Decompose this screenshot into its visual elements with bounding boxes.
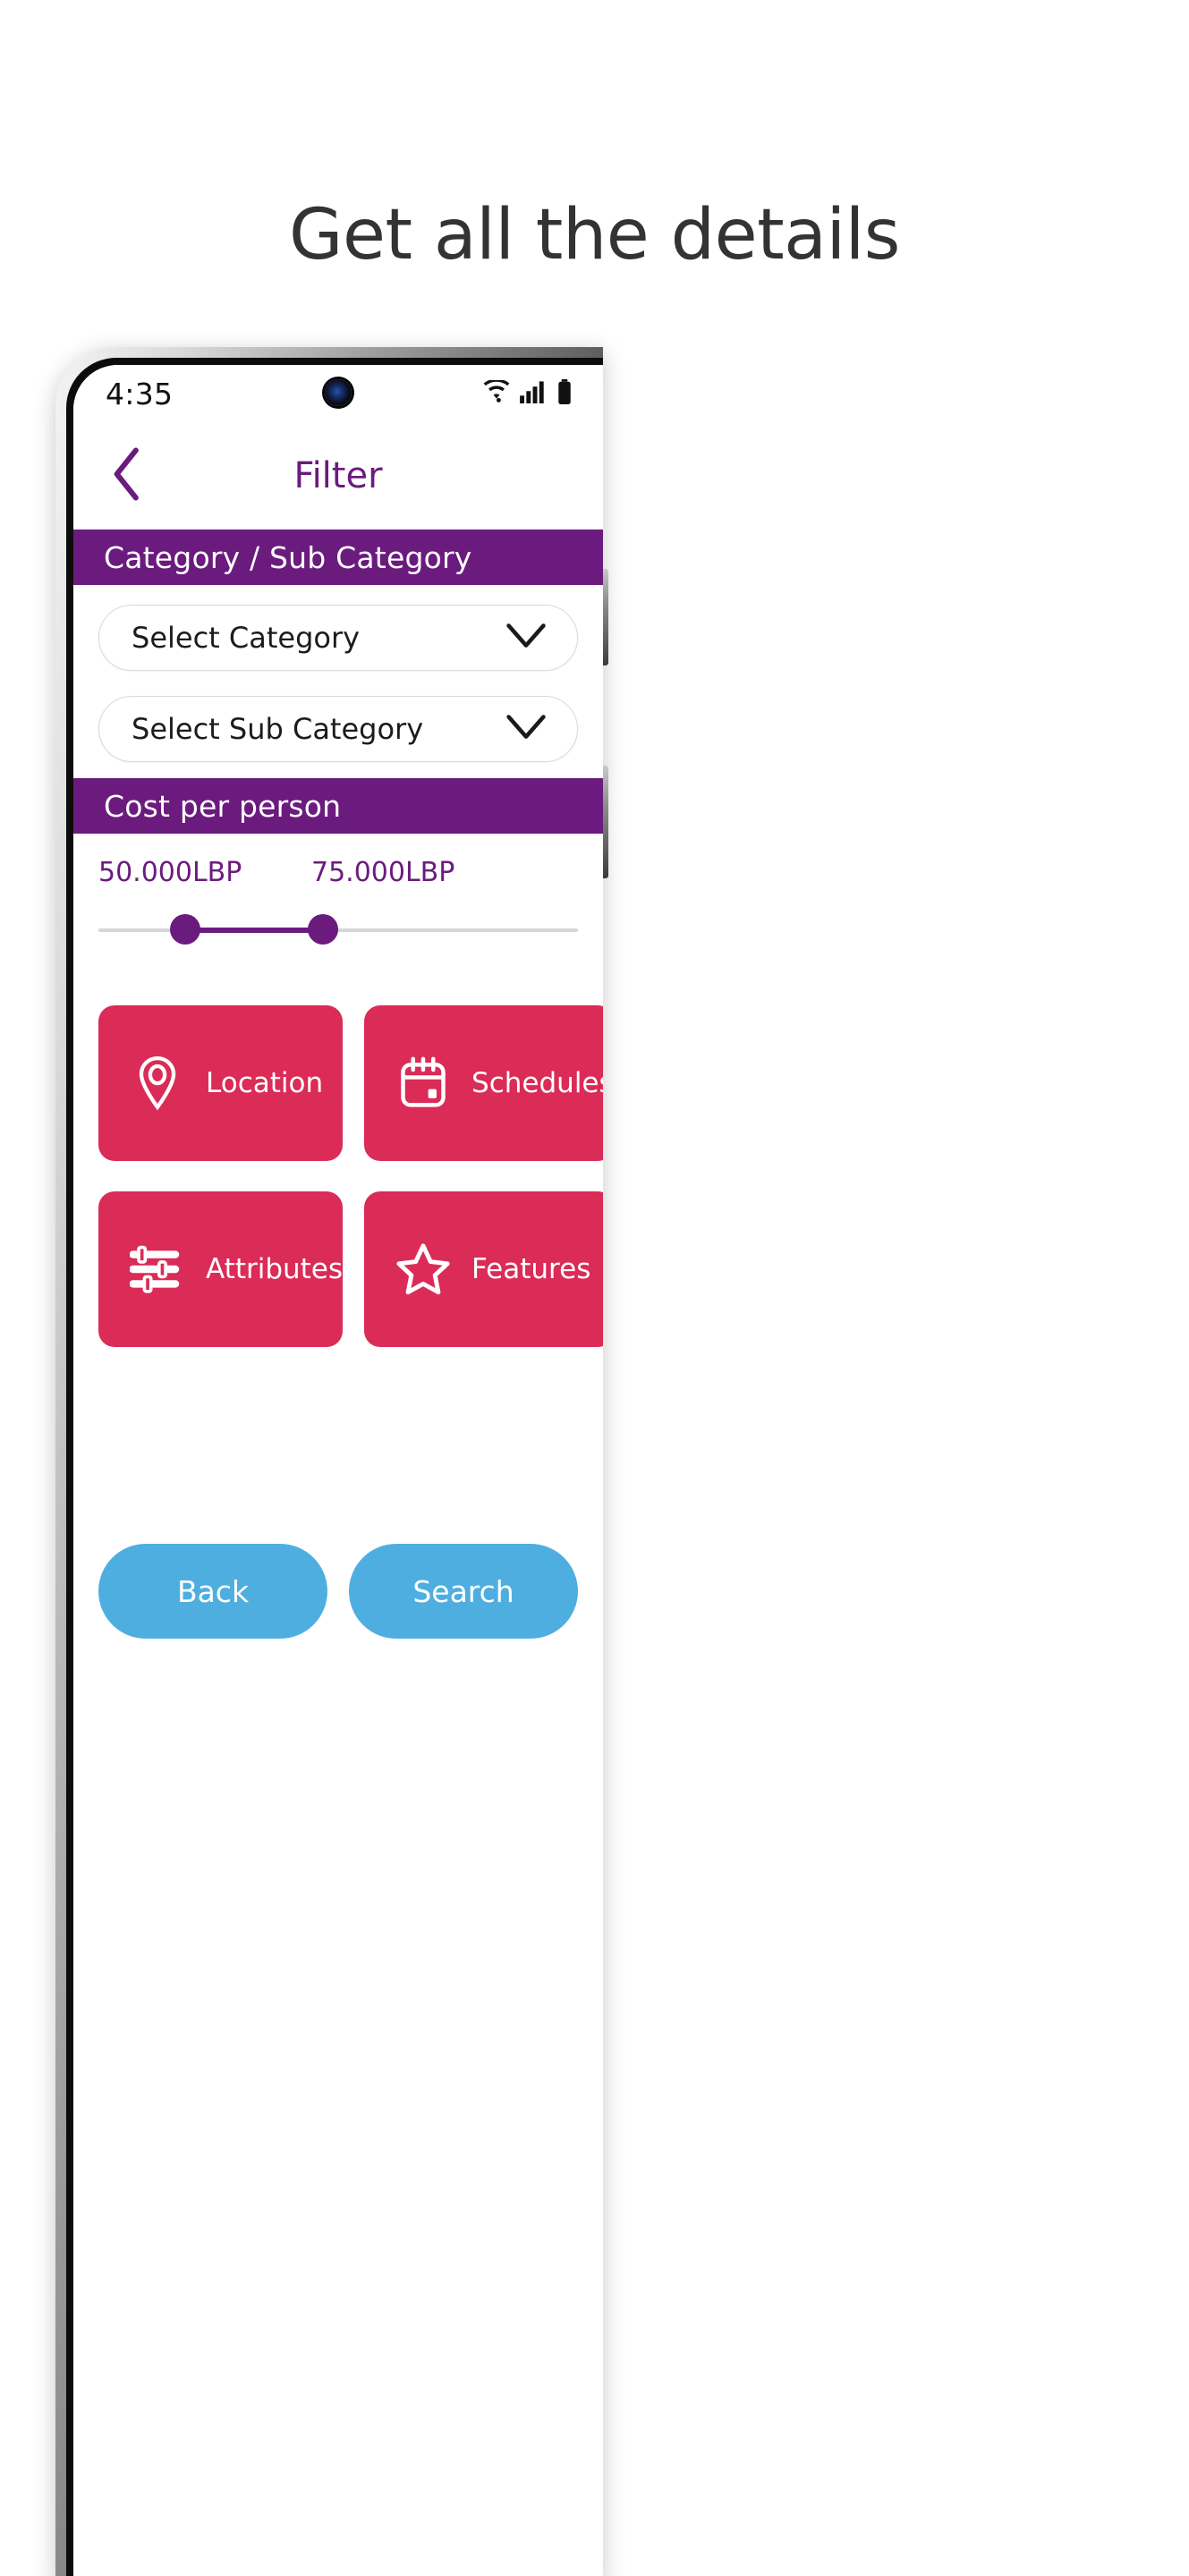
- back-action-button[interactable]: Back: [98, 1544, 327, 1639]
- cost-range-values: 50.000LBP 75.000LBP: [98, 857, 578, 898]
- section-header-cost: Cost per person: [73, 778, 603, 834]
- status-bar-clock: 4:35: [106, 376, 174, 411]
- select-sub-category-dropdown[interactable]: Select Sub Category: [98, 696, 578, 762]
- select-category-dropdown[interactable]: Select Category: [98, 605, 578, 671]
- battery-icon: [556, 379, 573, 408]
- chevron-down-icon: [505, 623, 547, 653]
- app-header: Filter: [73, 422, 603, 530]
- select-category-label: Select Category: [132, 621, 361, 655]
- chevron-left-icon: [107, 447, 149, 504]
- map-pin-icon: [129, 1055, 186, 1112]
- cost-range-slider[interactable]: [98, 902, 578, 959]
- slider-thumb-max[interactable]: [308, 914, 338, 945]
- slider-selected-range: [181, 928, 320, 933]
- back-button[interactable]: [100, 447, 156, 504]
- status-bar-icons: [481, 378, 573, 408]
- filter-tiles-grid: Location Schedules Attributes Features: [73, 968, 603, 1347]
- cost-max-value: 75.000LBP: [311, 857, 455, 888]
- status-bar: 4:35: [73, 365, 603, 422]
- slider-thumb-min[interactable]: [170, 914, 200, 945]
- location-tile[interactable]: Location: [98, 1005, 344, 1161]
- location-tile-label: Location: [206, 1067, 324, 1099]
- star-icon: [395, 1241, 452, 1298]
- chevron-down-icon: [505, 714, 547, 744]
- sliders-icon: [129, 1241, 186, 1298]
- cost-slider-block: 50.000LBP 75.000LBP: [73, 834, 603, 968]
- wifi-icon: [481, 378, 512, 407]
- attributes-tile-label: Attributes: [206, 1253, 344, 1285]
- schedules-tile[interactable]: Schedules: [364, 1005, 603, 1161]
- phone-mockup-frame: 4:35 Filter Category / Sub Category Sele…: [55, 347, 608, 2576]
- features-tile-label: Features: [471, 1253, 591, 1285]
- section-header-category: Category / Sub Category: [73, 530, 603, 585]
- promo-screenshot-page: Get all the details 4:35 Filter Category…: [0, 0, 1189, 2576]
- features-tile[interactable]: Features: [364, 1191, 603, 1347]
- schedules-tile-label: Schedules: [471, 1067, 603, 1099]
- category-dropdown-area: Select Category Select Sub Category: [73, 585, 603, 778]
- phone-screen: 4:35 Filter Category / Sub Category Sele…: [73, 365, 603, 2576]
- cellular-signal-icon: [520, 380, 548, 407]
- search-action-button[interactable]: Search: [349, 1544, 578, 1639]
- calendar-icon: [395, 1055, 452, 1112]
- page-title: Get all the details: [289, 195, 900, 275]
- attributes-tile[interactable]: Attributes: [98, 1191, 344, 1347]
- bottom-action-bar: Back Search: [73, 1544, 603, 1639]
- front-camera-punch-hole: [325, 379, 352, 406]
- cost-min-value: 50.000LBP: [98, 857, 242, 888]
- select-sub-category-label: Select Sub Category: [132, 712, 424, 746]
